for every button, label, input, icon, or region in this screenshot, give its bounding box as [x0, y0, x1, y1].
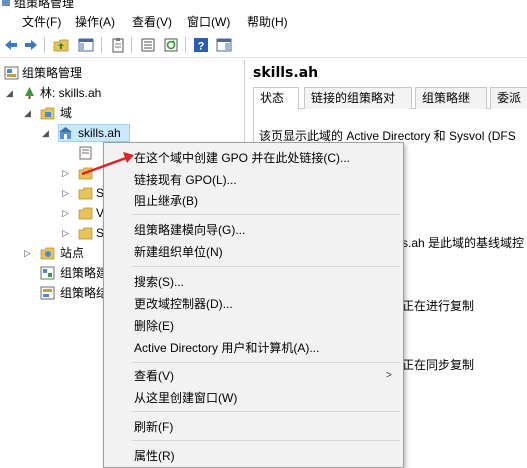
tab-status[interactable]: 状态 [253, 87, 299, 110]
gpo-management-icon [4, 66, 19, 80]
menu-action[interactable]: 操作(A) [75, 13, 115, 30]
context-menu: 在这个域中创建 GPO 并在此处链接(C)... 链接现有 GPO(L)... … [103, 142, 404, 468]
baseline-dc-text: s.ah 是此域的基线域控 [402, 236, 525, 250]
menu-item-block-inheritance[interactable]: 阻止继承(B) [134, 193, 198, 209]
toolbar-separator [44, 37, 45, 53]
menu-separator [132, 266, 400, 267]
tab-delegation[interactable]: 委派 [490, 87, 527, 109]
menu-separator [132, 362, 400, 363]
menu-item-link-existing-gpo[interactable]: 链接现有 GPO(L)... [134, 172, 237, 188]
toolbar-separator [185, 37, 186, 53]
tab-strip: 状态 链接的组策略对象 组策略继承 委派 [253, 87, 527, 125]
menu-file[interactable]: 文件(F) [22, 13, 61, 30]
ou-folder-icon [78, 187, 93, 200]
refresh-icon[interactable] [163, 37, 179, 53]
menu-item-view[interactable]: 查看(V) > [134, 368, 396, 384]
forward-icon[interactable] [23, 37, 39, 53]
svg-text:?: ? [198, 41, 205, 53]
title-bar: 组策略管理 [0, 0, 527, 10]
expand-icon[interactable]: ▷ [62, 164, 72, 182]
app-icon [2, 0, 10, 6]
collapse-icon[interactable]: ◢ [6, 84, 16, 102]
menu-item-create-gpo-link[interactable]: 在这个域中创建 GPO 并在此处链接(C)... [134, 150, 350, 166]
replication-in-progress-text: 正在进行复制 [402, 299, 475, 313]
submenu-arrow-icon: > [386, 370, 392, 381]
ou-folder-icon [78, 227, 93, 240]
menu-bar: 文件(F) 操作(A) 查看(V) 窗口(W) 帮助(H) [0, 10, 527, 31]
ou-folder-icon [78, 207, 93, 220]
menu-separator [132, 214, 400, 215]
clipboard-icon[interactable] [110, 37, 126, 53]
collapse-icon[interactable]: ◢ [42, 124, 52, 142]
expand-icon[interactable]: ▷ [62, 204, 72, 222]
menu-window[interactable]: 窗口(W) [187, 13, 230, 30]
menu-item-new-ou[interactable]: 新建组织单位(N) [134, 244, 223, 260]
folder-up-icon[interactable] [53, 37, 69, 53]
menu-item-refresh[interactable]: 刷新(F) [134, 419, 173, 435]
toolbar: ? [0, 32, 527, 58]
menu-separator [132, 440, 400, 441]
details-title: skills.ah [253, 65, 319, 81]
tab-linked-gpos[interactable]: 链接的组策略对象 [304, 87, 412, 125]
tab-gpo-inheritance[interactable]: 组策略继承 [415, 87, 487, 125]
expand-icon[interactable]: ▷ [62, 184, 72, 202]
gpo-results-icon [40, 286, 55, 300]
help-icon[interactable]: ? [193, 37, 209, 53]
menu-item-view-label: 查看(V) [134, 369, 174, 383]
menu-item-change-dc[interactable]: 更改域控制器(D)... [134, 296, 233, 312]
replication-sync-text: 正在同步复制 [402, 358, 475, 372]
menu-view[interactable]: 查看(V) [132, 13, 172, 30]
show-hide-tree-icon[interactable] [78, 37, 94, 53]
annotation-arrow-icon [81, 152, 134, 176]
collapse-icon[interactable]: ◢ [24, 104, 34, 122]
export-list-icon[interactable] [140, 37, 156, 53]
menu-item-new-window[interactable]: 从这里创建窗口(W) [134, 390, 237, 406]
properties-icon[interactable] [216, 37, 232, 53]
toolbar-separator [101, 37, 102, 53]
menu-item-properties[interactable]: 属性(R) [134, 448, 175, 464]
domains-folder-icon [40, 107, 55, 120]
expand-icon[interactable]: ▷ [24, 244, 34, 262]
expand-icon[interactable]: ▷ [62, 224, 72, 242]
menu-help[interactable]: 帮助(H) [247, 13, 288, 30]
menu-separator [132, 411, 400, 412]
menu-item-search[interactable]: 搜索(S)... [134, 274, 184, 290]
menu-item-delete[interactable]: 删除(E) [134, 318, 174, 334]
sites-icon [40, 247, 55, 260]
back-icon[interactable] [3, 37, 19, 53]
menu-item-ad-users-computers[interactable]: Active Directory 用户和计算机(A)... [134, 340, 319, 356]
gpo-modeling-icon [40, 266, 55, 280]
toolbar-separator [131, 37, 132, 53]
forest-icon [25, 87, 34, 99]
menu-item-modeling-wizard[interactable]: 组策略建模向导(G)... [134, 222, 245, 238]
window-title: 组策略管理 [14, 0, 75, 10]
domain-icon [59, 127, 72, 139]
